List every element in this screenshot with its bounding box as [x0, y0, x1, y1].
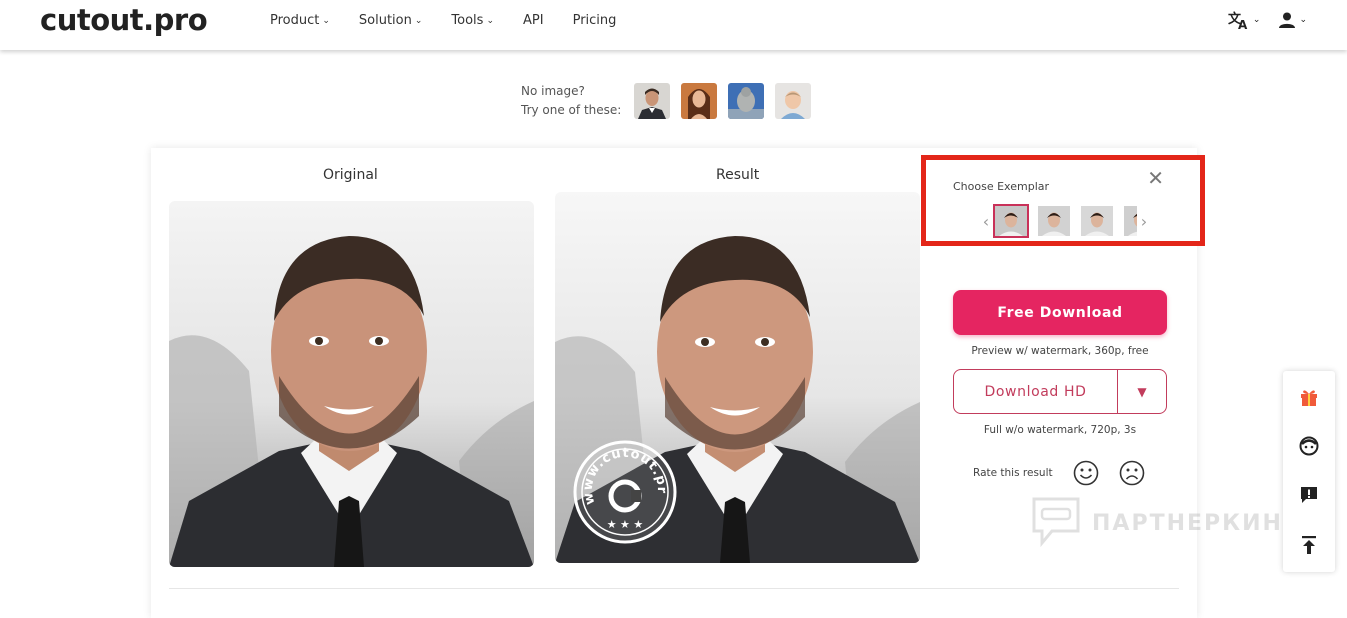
original-image: [169, 201, 534, 567]
sample-thumb-woman[interactable]: [681, 83, 718, 119]
download-options-dropdown[interactable]: ▼: [1118, 370, 1166, 413]
exemplar-thumb[interactable]: [1036, 204, 1072, 238]
sample-thumb-man[interactable]: [634, 83, 671, 119]
woman-portrait-icon: [681, 83, 718, 119]
chevron-right-icon[interactable]: ›: [1137, 212, 1151, 231]
samples-line2: Try one of these:: [521, 103, 622, 117]
rate-label: Rate this result: [973, 467, 1053, 479]
chevron-down-icon: ⌄: [322, 15, 330, 26]
exemplar-thumbs: [993, 204, 1137, 238]
nav-tools-label: Tools: [451, 13, 484, 28]
side-toolbar: [1283, 371, 1335, 572]
back-to-top-icon: [1302, 536, 1316, 554]
svg-text:A: A: [1238, 18, 1248, 30]
smile-icon[interactable]: [1073, 460, 1099, 486]
chevron-down-icon: ⌄: [414, 15, 423, 26]
main-nav: Product ⌄ Solution ⌄ Tools ⌄ API Pricing: [270, 13, 645, 28]
top-header: cutout.pro Product ⌄ Solution ⌄ Tools ⌄ API…: [0, 0, 1347, 50]
exemplar-thumb[interactable]: [1079, 204, 1115, 238]
sample-images: No image? Try one of these:: [521, 82, 822, 120]
chat-logo-icon: [1032, 497, 1080, 548]
download-hd-button[interactable]: Download HD: [954, 370, 1118, 413]
exemplar-title: Choose Exemplar: [953, 180, 1050, 193]
chevron-down-icon: ⌄: [1252, 15, 1261, 25]
caret-down-icon: ▼: [1137, 384, 1147, 399]
free-download-note: Preview w/ watermark, 360p, free: [971, 345, 1149, 357]
header-right: 文 A ⌄ ⌄: [1228, 10, 1307, 30]
exemplar-thumb[interactable]: [1122, 204, 1137, 238]
partner-watermark: ПАРТНЕРКИН: [1030, 495, 1283, 551]
nav-solution[interactable]: Solution ⌄: [359, 13, 423, 28]
account-menu[interactable]: ⌄: [1278, 11, 1307, 29]
result-image: www.cutout.pro ★ ★ ★: [555, 192, 920, 563]
language-selector[interactable]: 文 A ⌄: [1228, 10, 1261, 30]
nav-solution-label: Solution: [358, 13, 412, 28]
exemplar-carousel: ‹ ›: [979, 204, 1151, 238]
nav-product[interactable]: Product ⌄: [270, 13, 330, 28]
close-icon[interactable]: ✕: [1147, 166, 1164, 190]
sample-thumb-baby[interactable]: [775, 83, 812, 119]
download-hd-note: Full w/o watermark, 720p, 3s: [983, 424, 1137, 436]
sample-thumb-statue[interactable]: [728, 83, 765, 119]
user-icon: [1279, 12, 1296, 28]
feedback-icon: [1301, 487, 1317, 503]
support-button[interactable]: [1297, 434, 1321, 458]
chevron-down-icon: ⌄: [1299, 15, 1307, 25]
statue-icon: [728, 83, 765, 119]
download-hd-button-group: Download HD ▼: [953, 369, 1167, 414]
nav-pricing-label: Pricing: [572, 13, 617, 28]
frown-icon[interactable]: [1119, 460, 1145, 486]
samples-line1: No image?: [521, 84, 585, 98]
cutout-watermark-stamp: www.cutout.pro ★ ★ ★: [573, 440, 677, 544]
nav-tools[interactable]: Tools ⌄: [451, 13, 494, 28]
back-to-top-button[interactable]: [1297, 533, 1321, 557]
free-download-button[interactable]: Free Download: [953, 290, 1167, 335]
original-label: Original: [323, 167, 378, 183]
face-support-icon: [1299, 436, 1319, 456]
watermark-text: ПАРТНЕРКИН: [1092, 510, 1283, 536]
chevron-down-icon: ⌄: [486, 15, 494, 26]
svg-text:★ ★ ★: ★ ★ ★: [607, 518, 644, 531]
exemplar-thumb[interactable]: [993, 204, 1029, 238]
nav-product-label: Product: [270, 13, 320, 28]
man-portrait-icon: [634, 83, 671, 119]
result-label: Result: [716, 167, 760, 183]
logo[interactable]: cutout.pro: [40, 3, 208, 37]
card-divider: [169, 588, 1179, 589]
baby-portrait-icon: [775, 83, 812, 119]
nav-api-label: API: [523, 13, 544, 28]
chevron-left-icon[interactable]: ‹: [979, 212, 993, 231]
samples-prompt: No image? Try one of these:: [521, 82, 621, 120]
translate-icon: 文 A: [1228, 11, 1248, 30]
nav-pricing[interactable]: Pricing: [573, 13, 617, 28]
choose-exemplar-panel: Choose Exemplar ✕ ‹ ›: [921, 155, 1205, 246]
nav-api[interactable]: API: [523, 13, 544, 28]
gift-icon: [1301, 390, 1317, 406]
gift-button[interactable]: [1297, 385, 1321, 409]
feedback-button[interactable]: [1297, 483, 1321, 507]
rate-result: Rate this result: [973, 460, 1165, 486]
